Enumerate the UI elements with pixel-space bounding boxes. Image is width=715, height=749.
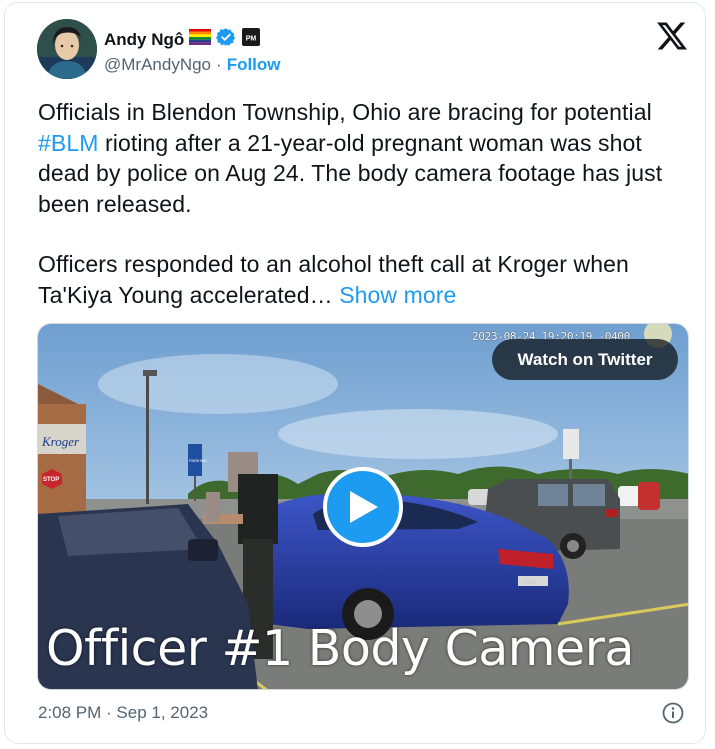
store-sign-text: Kroger — [41, 434, 80, 449]
handle[interactable]: @MrAndyNgo — [104, 55, 211, 75]
svg-text:PM: PM — [246, 36, 257, 43]
car-badge-text: Civic — [522, 579, 538, 586]
tweet-text: Officials in Blendon Township, Ohio are … — [38, 97, 693, 310]
show-more-link[interactable]: Show more — [339, 282, 456, 308]
tweet-text-segment: Officers responded to an alcohol theft c… — [38, 251, 629, 308]
tweet-text-segment: rioting after a 21-year-old pregnant wom… — [38, 129, 663, 217]
tweet-text-segment: Officials in Blendon Township, Ohio are … — [38, 99, 652, 125]
author-name-row: Andy Ngô PM — [104, 27, 261, 52]
info-icon[interactable] — [661, 701, 685, 725]
display-name[interactable]: Andy Ngô — [104, 30, 184, 50]
follow-button[interactable]: Follow — [227, 55, 281, 75]
play-icon — [350, 491, 378, 523]
hashtag-link[interactable]: #BLM — [38, 130, 98, 156]
tweet-datetime[interactable]: 2:08 PM · Sep 1, 2023 — [38, 703, 208, 723]
x-logo-icon[interactable] — [657, 21, 687, 51]
tweet-paragraph-1: Officials in Blendon Township, Ohio are … — [38, 97, 693, 219]
parking-sign-text: PARKING — [189, 458, 207, 463]
video-caption: Officer #1 Body Camera — [46, 620, 634, 677]
rainbow-flag-icon — [189, 29, 212, 50]
tweet-paragraph-2: Officers responded to an alcohol theft c… — [38, 249, 693, 310]
separator-dot: · — [216, 55, 222, 74]
video-player[interactable]: Kroger STOP PARKING Civic 2023-08-24 19:… — [37, 323, 689, 690]
avatar[interactable] — [37, 19, 97, 79]
stop-sign-text: STOP — [43, 477, 59, 483]
play-button[interactable] — [323, 467, 403, 547]
handle-row: @MrAndyNgo · Follow — [104, 55, 281, 75]
verified-badge-icon[interactable] — [216, 27, 236, 52]
tweet-card: Andy Ngô PM @MrAndyNgo · Follow Official… — [4, 2, 706, 744]
watch-on-twitter-button[interactable]: Watch on Twitter — [492, 339, 678, 380]
pm-affiliate-icon[interactable]: PM — [241, 27, 261, 52]
